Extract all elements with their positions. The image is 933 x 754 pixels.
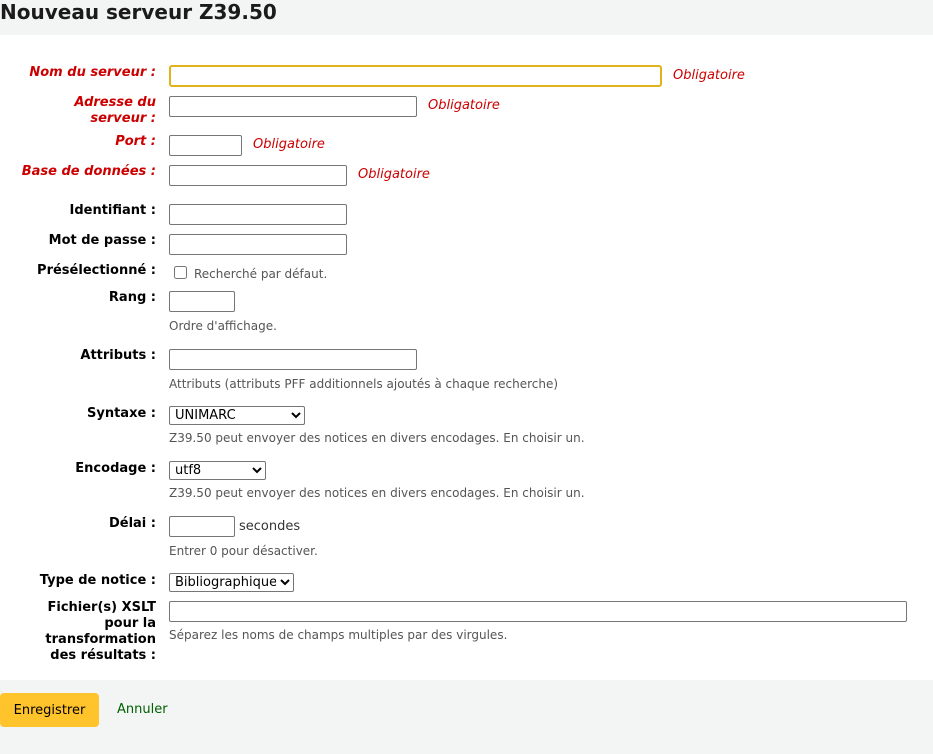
host-input[interactable] — [169, 96, 417, 117]
syntax-hint: Z39.50 peut envoyer des notices en diver… — [169, 431, 585, 445]
encoding-select[interactable]: utf8 — [169, 461, 266, 480]
name-required: Obligatoire — [673, 68, 745, 83]
userid-input[interactable] — [169, 204, 347, 225]
save-button[interactable]: Enregistrer — [0, 693, 99, 727]
attributes-input[interactable] — [169, 349, 417, 370]
rank-input[interactable] — [169, 291, 235, 312]
password-input[interactable] — [169, 234, 347, 255]
port-label: Port : — [115, 134, 156, 149]
timeout-unit: secondes — [239, 519, 301, 534]
recordtype-label: Type de notice : — [39, 573, 156, 588]
checked-label: Présélectionné : — [37, 263, 156, 278]
xslt-input[interactable] — [169, 601, 907, 622]
timeout-hint: Entrer 0 pour désactiver. — [169, 544, 318, 558]
timeout-label: Délai : — [108, 516, 156, 531]
timeout-input[interactable] — [169, 516, 235, 537]
db-label: Base de données : — [21, 164, 156, 179]
rank-hint: Ordre d'affichage. — [169, 319, 277, 333]
password-label: Mot de passe : — [48, 233, 156, 248]
attributes-label: Attributs : — [80, 348, 156, 363]
cancel-link[interactable]: Annuler — [117, 702, 168, 718]
xslt-label: Fichier(s) XSLT pour la transformation d… — [45, 600, 156, 663]
db-required: Obligatoire — [358, 167, 430, 182]
name-input[interactable] — [169, 65, 662, 87]
encoding-label: Encodage : — [75, 461, 156, 476]
userid-label: Identifiant : — [69, 203, 157, 218]
xslt-hint: Séparez les noms de champs multiples par… — [169, 628, 508, 642]
syntax-select[interactable]: UNIMARC — [169, 406, 305, 425]
port-required: Obligatoire — [253, 137, 325, 152]
attributes-hint: Attributs (attributs PFF additionnels aj… — [169, 377, 559, 391]
recordtype-select[interactable]: Bibliographique — [169, 573, 294, 592]
port-input[interactable] — [169, 135, 242, 156]
page-title: Nouveau serveur Z39.50 — [0, 0, 277, 24]
name-label: Nom du serveur : — [29, 65, 156, 80]
host-required: Obligatoire — [428, 98, 500, 113]
rank-label: Rang : — [108, 290, 156, 305]
checked-checkbox[interactable] — [174, 266, 187, 279]
db-input[interactable] — [169, 165, 347, 186]
encoding-hint: Z39.50 peut envoyer des notices en diver… — [169, 486, 585, 500]
host-label: Adresse du serveur : — [74, 95, 156, 126]
syntax-label: Syntaxe : — [86, 406, 156, 421]
checked-checkbox-text: Recherché par défaut. — [194, 267, 328, 281]
